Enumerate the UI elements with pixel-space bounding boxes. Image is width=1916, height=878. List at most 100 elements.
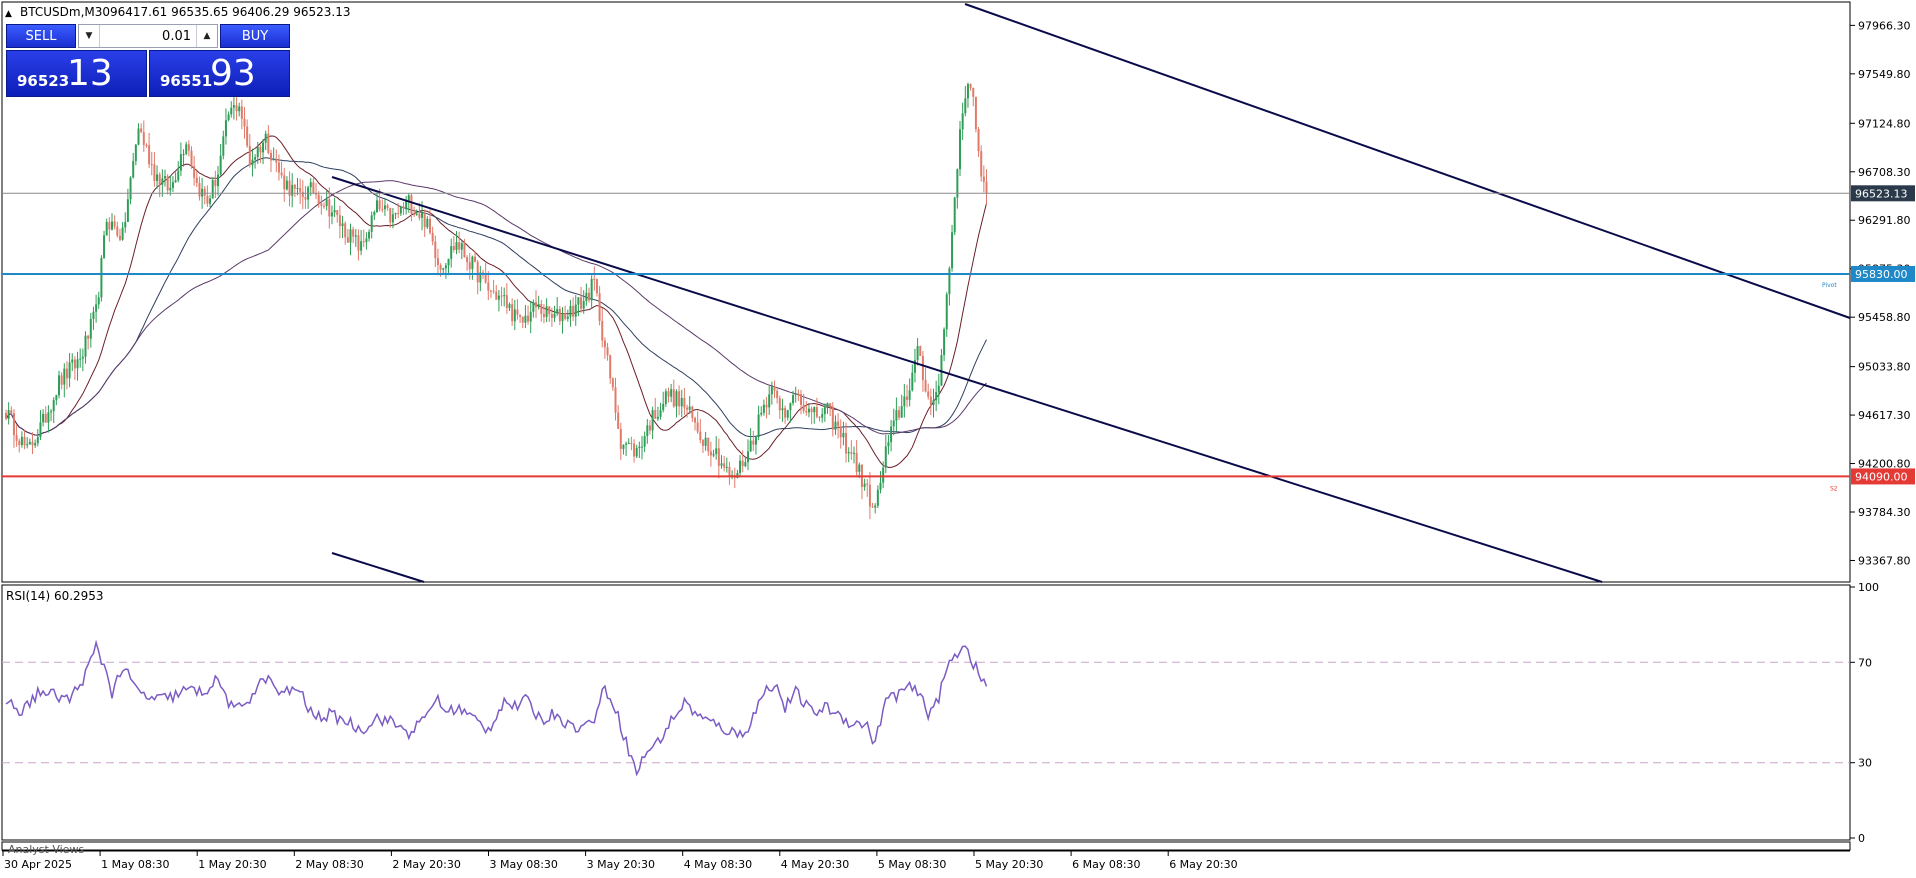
candle-body [256,146,259,158]
moving-averages [5,135,987,468]
candle-body [484,274,487,283]
candle-body [916,346,919,361]
candle-body [198,182,201,197]
candle-body [747,451,749,463]
chart-canvas[interactable]: 97966.30 97549.80 97124.80 96708.30 96291.80… [0,0,1916,874]
candle-body [497,295,500,300]
candle-body [511,304,514,322]
candle-body [89,318,92,339]
candle-body [635,447,638,457]
candle-body [153,164,156,181]
candle-body [739,460,742,474]
candle-body [7,410,10,419]
candle-body [606,347,609,356]
candle-body [863,483,866,487]
candle-body [262,142,265,153]
candle-body [320,203,323,206]
candle-body [723,463,726,468]
candle-body [871,506,874,508]
candle-body [87,335,90,339]
candle-body [341,223,344,227]
candle-body [823,407,826,415]
candle-body [927,391,930,397]
chart-window[interactable]: 97966.30 97549.80 97124.80 96708.30 96291.80… [0,0,1916,874]
trendlines[interactable] [331,3,1851,583]
buy-button[interactable]: BUY [220,24,290,48]
candle-body [413,213,416,215]
candle-body [164,176,166,179]
buy-price-button[interactable]: 96551 93 [149,50,290,97]
candle-body [810,408,813,413]
candle-body [338,215,341,227]
candle-body [121,227,124,240]
candle-body [760,412,763,415]
candle-body [354,235,357,237]
candle-body [611,378,614,388]
candle-body [951,232,954,269]
candle-body [943,329,946,356]
time-tick-label: 5 May 20:30 [975,858,1043,871]
lot-increase-icon[interactable]: ▲ [196,25,217,47]
candle-body [717,448,720,466]
candle-body [187,144,190,151]
price-tick-label: 95458.80 [1858,311,1911,324]
candle-body [884,446,887,468]
candle-body [383,205,386,210]
candle-body [92,311,95,319]
candle-body [699,431,702,441]
channel-upper-trendline [964,3,1851,319]
analyst-panel-frame [1,841,1851,851]
candle-body [929,396,932,405]
candle-body [638,446,641,448]
candle-body [407,195,410,201]
candle-body [521,316,524,323]
candle-body [842,433,845,438]
candle-body [935,392,938,401]
symbol-triangle-icon[interactable]: ▲ [5,9,12,19]
candle-body [932,400,935,405]
candle-body [137,128,140,145]
candle-body [903,396,906,407]
candle-body [749,440,752,452]
candle-body [588,292,590,301]
candle-body [744,462,747,467]
candle-body [365,238,368,243]
candle-body [601,320,604,341]
candle-body [776,390,779,399]
candle-body [452,246,455,250]
candle-body [203,188,206,196]
candle-body [887,442,890,447]
candle-body [831,406,834,430]
sell-price-button[interactable]: 96523 13 [6,50,147,97]
candle-body [633,443,636,457]
candle-body [696,422,699,432]
candle-body [959,129,961,170]
candle-body [105,221,108,236]
lot-size-input[interactable] [101,25,193,47]
candle-body [569,306,572,317]
candle-body [598,293,601,321]
candle-body [142,132,145,145]
candle-body [765,404,768,408]
candle-body [855,452,858,472]
price-tick-label: 97124.80 [1858,117,1911,130]
candle-body [789,403,792,411]
candle-body [325,199,328,206]
candle-body [209,198,212,204]
candle-body [156,174,159,181]
candle-body [725,466,728,468]
candle-body [937,385,940,393]
candle-body [945,294,948,330]
candle-body [770,386,773,395]
candle-body [879,482,882,490]
candle-body [259,146,262,153]
candle-body [876,489,879,506]
candle-body [489,290,492,292]
sell-button[interactable]: SELL [6,24,76,48]
candle-body [845,433,848,454]
lot-decrease-icon[interactable]: ▼ [79,25,100,47]
candle-body [768,394,771,408]
candle-body [595,279,598,294]
candle-body [553,313,556,318]
sell-price-pips: 13 [67,53,113,94]
